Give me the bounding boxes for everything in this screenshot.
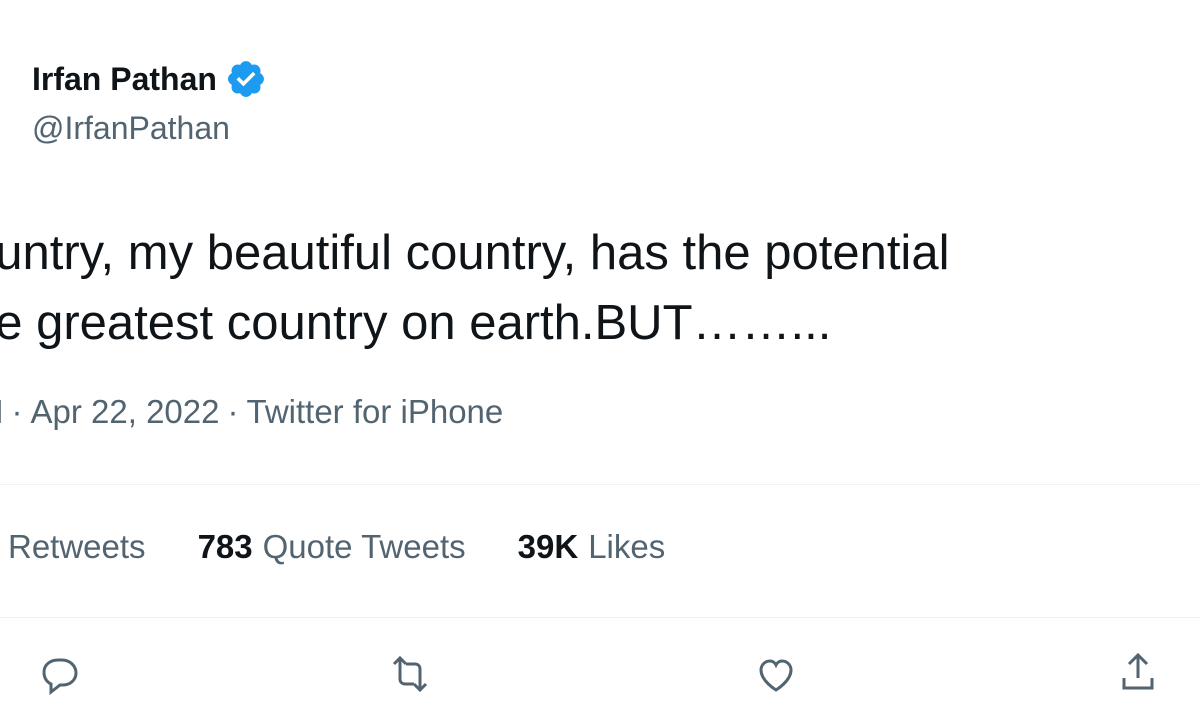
divider: [0, 617, 1200, 618]
tweet-text: ountry, my beautiful country, has the po…: [0, 218, 1200, 358]
likes-stat[interactable]: 39K Likes: [518, 528, 666, 566]
verified-badge-icon: [225, 58, 267, 100]
quote-tweets-label: Quote Tweets: [262, 528, 466, 565]
retweet-icon[interactable]: [386, 650, 434, 698]
tweet-date[interactable]: Apr 22, 2022: [31, 393, 220, 430]
retweets-stat[interactable]: Retweets: [8, 528, 146, 566]
share-icon[interactable]: [1114, 650, 1162, 698]
tweet-stats: Retweets 783 Quote Tweets 39K Likes: [8, 528, 717, 566]
retweets-label: Retweets: [8, 528, 146, 565]
quote-tweets-count: 783: [197, 528, 253, 565]
tweet-time[interactable]: M: [0, 393, 4, 430]
author-name-row: Irfan Pathan: [32, 58, 267, 100]
tweet-text-line: ountry, my beautiful country, has the po…: [0, 226, 950, 280]
meta-separator: ·: [227, 393, 239, 430]
reply-icon[interactable]: [34, 650, 82, 698]
quote-tweets-stat[interactable]: 783 Quote Tweets: [198, 528, 466, 566]
likes-label: Likes: [588, 528, 666, 565]
tweet-text-line: he greatest country on earth.BUT……...: [0, 296, 832, 350]
tweet-meta: M·Apr 22, 2022·Twitter for iPhone: [0, 393, 503, 431]
author-handle[interactable]: @IrfanPathan: [32, 110, 267, 147]
tweet-source[interactable]: Twitter for iPhone: [246, 393, 503, 430]
tweet-card: Irfan Pathan @IrfanPathan ountry, my bea…: [0, 0, 1200, 696]
meta-separator: ·: [11, 393, 23, 430]
divider: [0, 484, 1200, 485]
likes-count: 39K: [517, 528, 579, 565]
heart-icon[interactable]: [752, 650, 800, 698]
tweet-author: Irfan Pathan @IrfanPathan: [32, 58, 267, 147]
author-display-name[interactable]: Irfan Pathan: [32, 61, 217, 98]
tweet-actions: [0, 650, 1200, 696]
